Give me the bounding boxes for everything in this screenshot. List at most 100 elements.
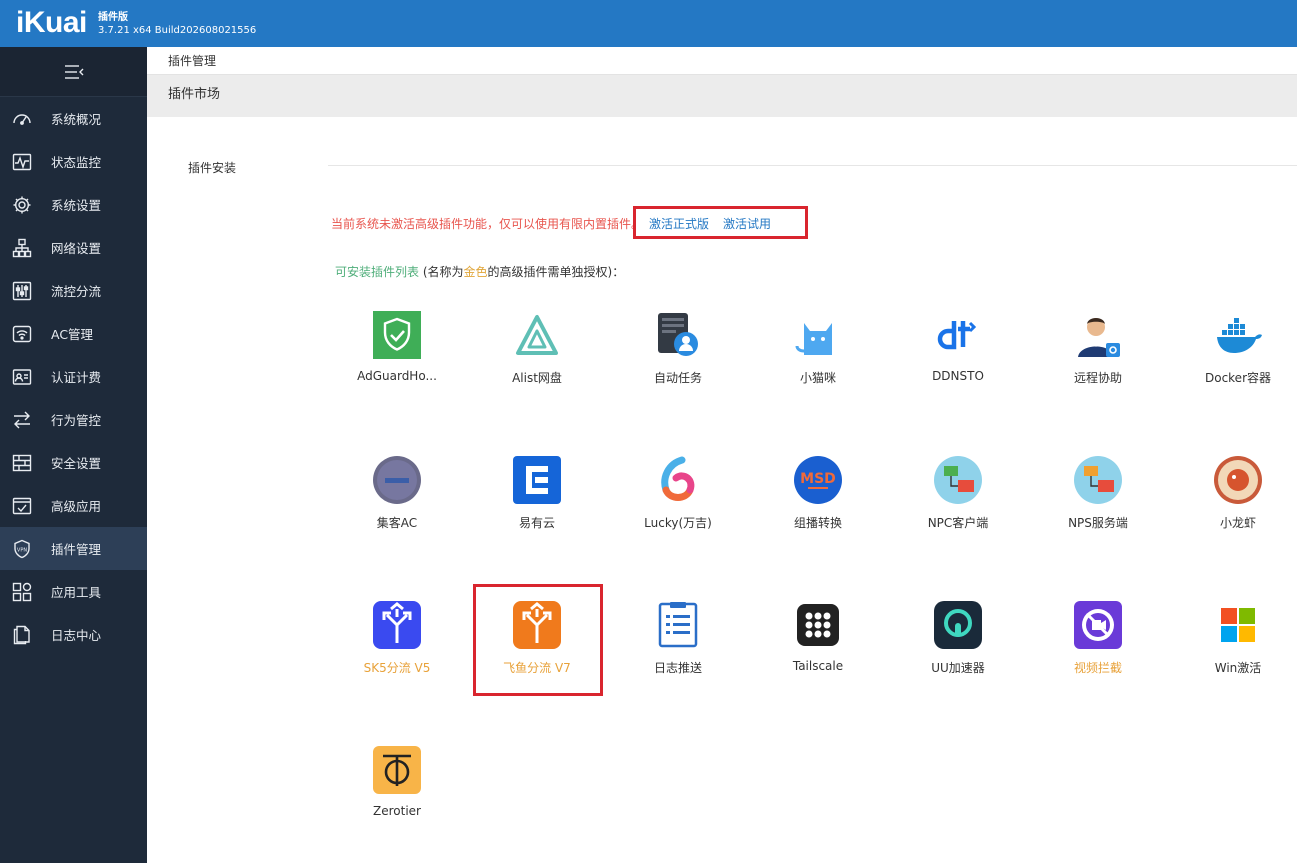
highlight-box-feiyu <box>473 584 603 696</box>
plugin-lucky[interactable]: Lucky(万吉) <box>618 456 738 566</box>
plugin-auto-task[interactable]: 自动任务 <box>618 311 738 421</box>
sidebar-item-monitor[interactable]: 状态监控 <box>0 140 147 183</box>
plugin-npc[interactable]: NPC客户端 <box>898 456 1018 566</box>
plugin-name: 日志推送 <box>653 661 702 675</box>
svg-text:MSD: MSD <box>800 471 836 487</box>
plugin-name: 小龙虾 <box>1219 516 1256 530</box>
log-push-icon <box>658 602 698 648</box>
plugin-name: 集客AC <box>376 516 418 530</box>
sidebar-item-label: 高级应用 <box>51 499 102 514</box>
document-icon <box>11 624 33 646</box>
docker-icon <box>1217 318 1262 353</box>
wifi-icon <box>11 323 33 345</box>
video-block-icon <box>1074 601 1122 649</box>
version-info: 插件版 3.7.21 x64 Build202608021556 <box>98 11 256 37</box>
sidebar-item-label: AC管理 <box>51 327 94 342</box>
sidebar-item-label: 流控分流 <box>51 284 102 299</box>
msd-icon: MSD <box>794 456 842 504</box>
sidebar-toggle[interactable] <box>0 47 147 97</box>
plugin-name: SK5分流 V5 <box>363 661 431 675</box>
plugin-sk5[interactable]: SK5分流 V5 <box>337 601 457 711</box>
ddnsto-icon <box>937 321 977 350</box>
list-label-mid2: 的高级插件需单独授权)： <box>487 265 625 279</box>
plugin-video-block[interactable]: 视频拦截 <box>1038 601 1158 711</box>
sidebar-item-label: 网络设置 <box>51 241 102 256</box>
sidebar-item-label: 应用工具 <box>51 585 102 600</box>
plugin-alist[interactable]: Alist网盘 <box>477 311 597 421</box>
sidebar-item-label: 安全设置 <box>51 456 102 471</box>
sidebar-item-label: 日志中心 <box>51 628 102 643</box>
sidebar-item-behavior-control[interactable]: 行为管控 <box>0 398 147 441</box>
plugin-lobster[interactable]: 小龙虾 <box>1178 456 1297 566</box>
plugin-win-activate[interactable]: Win激活 <box>1178 601 1297 711</box>
ikuai-logo[interactable]: iKuai <box>16 6 87 40</box>
sidebar-item-auth-billing[interactable]: 认证计费 <box>0 355 147 398</box>
auto-task-icon <box>658 313 698 356</box>
dashboard-icon <box>11 108 33 130</box>
plugin-ddnsto[interactable]: DDNSTO <box>898 311 1018 421</box>
windows-icon <box>1221 608 1255 642</box>
svg-text:VPN: VPN <box>17 547 27 553</box>
plugin-docker[interactable]: Docker容器 <box>1178 311 1297 421</box>
panel-title: 插件市场 <box>147 75 1297 117</box>
sidebar-item-advanced-apps[interactable]: 高级应用 <box>0 484 147 527</box>
plugin-name: Docker容器 <box>1204 371 1272 385</box>
plugin-name: Tailscale <box>792 659 844 673</box>
edition-label: 插件版 <box>98 12 128 23</box>
arrows-icon <box>11 409 33 431</box>
network-icon <box>11 237 33 259</box>
sidebar-item-overview[interactable]: 系统概况 <box>0 97 147 140</box>
plugin-msd[interactable]: MSD 组播转换 <box>758 456 878 566</box>
nps-icon <box>1074 456 1122 504</box>
plugin-name: DDNSTO <box>932 369 984 383</box>
plugin-nps[interactable]: NPS服务端 <box>1038 456 1158 566</box>
plugin-name: NPS服务端 <box>1068 516 1128 530</box>
sidebar-item-label: 系统设置 <box>51 198 102 213</box>
plugin-name: Zerotier <box>373 804 421 818</box>
alist-icon <box>516 315 558 355</box>
uu-icon <box>934 601 982 649</box>
sidebar-item-system-settings[interactable]: 系统设置 <box>0 183 147 226</box>
list-label-mid1: (名称为 <box>419 265 464 279</box>
lobster-icon <box>1214 456 1262 504</box>
plugin-cat[interactable]: 小猫咪 <box>758 311 878 421</box>
plugin-name: UU加速器 <box>931 661 985 675</box>
plugin-adguard[interactable]: AdGuardHo... <box>337 311 457 421</box>
sidebar-item-plugin-management[interactable]: VPN 插件管理 <box>0 527 147 570</box>
check-box-icon <box>11 495 33 517</box>
plugin-name: Win激活 <box>1214 661 1262 675</box>
sk5-icon <box>373 601 421 649</box>
plugin-uu[interactable]: UU加速器 <box>898 601 1018 711</box>
plugin-gecoos-ac[interactable]: 集客AC <box>337 456 457 566</box>
plugin-name: 易有云 <box>518 516 555 530</box>
sidebar: 系统概况 状态监控 系统设置 网络设置 流控分流 AC管理 认证计费 行为管控 … <box>0 47 147 863</box>
sidebar-item-label: 状态监控 <box>51 155 102 170</box>
plugin-zerotier[interactable]: Zerotier <box>337 746 457 856</box>
list-label-gold: 金色 <box>463 265 488 279</box>
plugin-list-label: 可安装插件列表 (名称为金色的高级插件需单独授权)： <box>335 263 624 280</box>
sidebar-item-label: 行为管控 <box>51 413 102 428</box>
plugin-yiyouyun[interactable]: 易有云 <box>477 456 597 566</box>
plugin-log-push[interactable]: 日志推送 <box>618 601 738 711</box>
npc-icon <box>934 456 982 504</box>
build-label: 3.7.21 x64 Build202608021556 <box>98 25 257 36</box>
plugin-name: Lucky(万吉) <box>644 516 712 530</box>
notice-text: 当前系统未激活高级插件功能，仅可以使用有限内置插件。 <box>331 217 644 231</box>
plugin-remote-assist[interactable]: 远程协助 <box>1038 311 1158 421</box>
sidebar-item-label: 插件管理 <box>51 542 102 557</box>
sidebar-item-label: 系统概况 <box>51 112 102 127</box>
highlight-box-activation <box>633 206 808 239</box>
plugin-name: AdGuardHo... <box>357 369 437 383</box>
sidebar-item-ac-management[interactable]: AC管理 <box>0 312 147 355</box>
divider <box>328 165 1297 166</box>
cat-icon <box>795 323 832 355</box>
sidebar-item-flow-control[interactable]: 流控分流 <box>0 269 147 312</box>
tab-plugin-install[interactable]: 插件安装 <box>188 159 236 176</box>
plugin-tailscale[interactable]: Tailscale <box>758 601 878 711</box>
breadcrumb[interactable]: 插件管理 <box>147 47 1297 75</box>
sidebar-item-log-center[interactable]: 日志中心 <box>0 613 147 656</box>
sidebar-item-network-settings[interactable]: 网络设置 <box>0 226 147 269</box>
sidebar-item-security-settings[interactable]: 安全设置 <box>0 441 147 484</box>
sidebar-item-app-tools[interactable]: 应用工具 <box>0 570 147 613</box>
menu-collapse-icon <box>64 64 83 79</box>
